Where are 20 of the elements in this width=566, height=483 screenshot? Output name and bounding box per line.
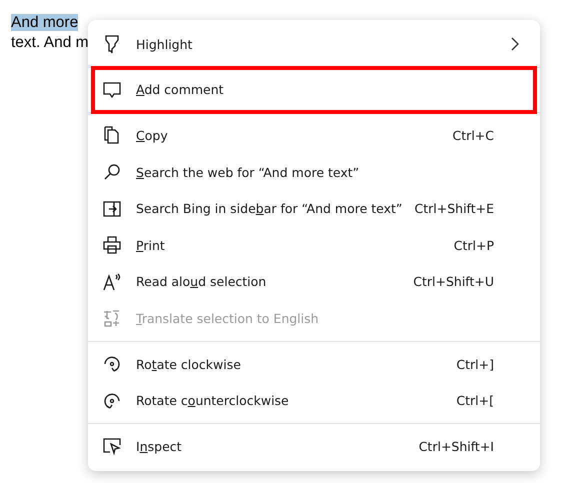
read-aloud-icon <box>102 272 122 292</box>
rotate-clockwise-icon <box>102 354 122 374</box>
print-icon <box>102 235 122 256</box>
translate-icon <box>102 308 122 328</box>
menu-item[interactable]: Print Ctrl+P <box>94 226 534 264</box>
selected-text: And more <box>11 14 78 31</box>
menu-item[interactable]: Add comment <box>94 72 534 108</box>
comment-icon <box>102 80 122 100</box>
menu-item[interactable]: Copy Ctrl+C <box>94 117 534 154</box>
menu-item[interactable]: Rotate clockwise Ctrl+] <box>94 346 534 382</box>
document-text: text. And m <box>11 34 89 51</box>
menu-item[interactable]: Rotate counterclockwise Ctrl+[ <box>94 382 534 419</box>
sidebar-icon <box>102 198 122 219</box>
menu-item[interactable]: Search the web for “And more text” <box>94 154 534 190</box>
menu-item[interactable]: Read aloud selection Ctrl+Shift+U <box>94 264 534 300</box>
menu-item[interactable]: Inspect Ctrl+Shift+I <box>94 428 534 465</box>
menu-item[interactable]: Highlight <box>94 26 534 63</box>
menu-item[interactable]: Search Bing in sidebar for “And more text” Ctrl+Shift+E <box>94 190 534 227</box>
rotate-counterclockwise-icon <box>102 390 122 411</box>
inspect-icon <box>102 436 122 456</box>
